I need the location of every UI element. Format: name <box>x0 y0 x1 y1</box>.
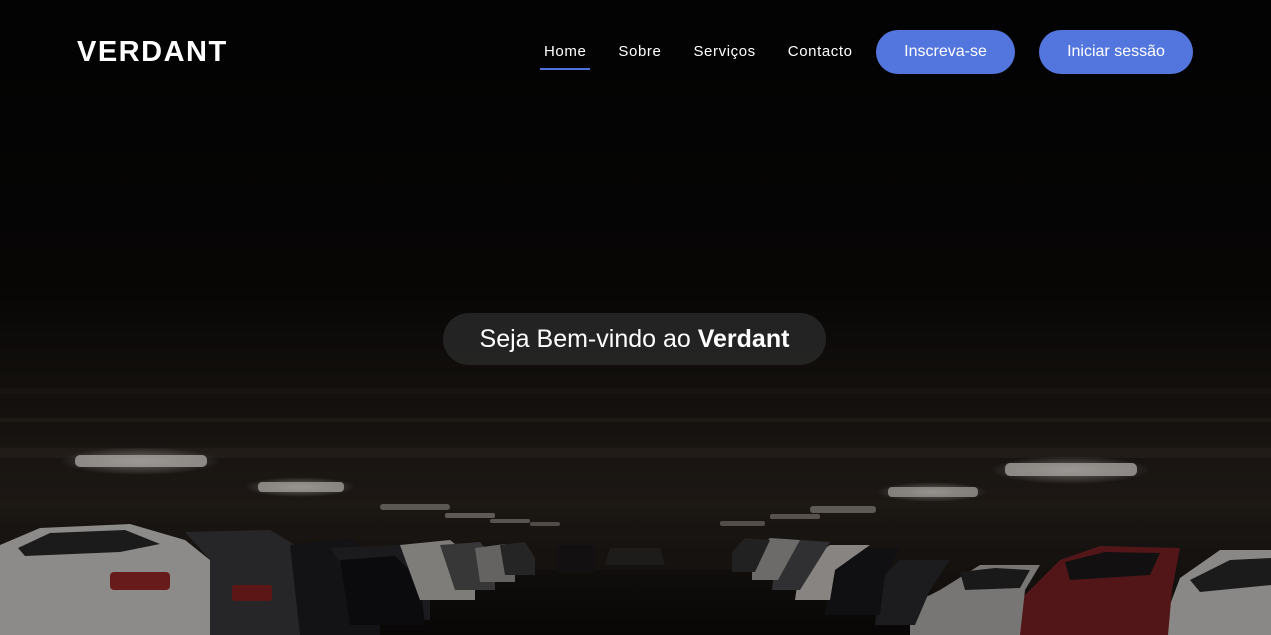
top-navbar: VERDANT Home Sobre Serviços Contacto Ins… <box>0 0 1271 104</box>
hero-section: VERDANT Home Sobre Serviços Contacto Ins… <box>0 0 1271 635</box>
welcome-banner: Seja Bem-vindo ao Verdant <box>443 313 826 365</box>
nav-links: Home Sobre Serviços Contacto <box>540 40 881 70</box>
brand-logo[interactable]: VERDANT <box>77 34 228 70</box>
nav-item-contacto[interactable]: Contacto <box>784 40 857 68</box>
nav-item-home[interactable]: Home <box>540 40 591 70</box>
nav-item-servicos[interactable]: Serviços <box>689 40 759 68</box>
nav-item-sobre[interactable]: Sobre <box>614 40 665 68</box>
welcome-text: Seja Bem-vindo ao <box>479 325 698 353</box>
welcome-brand: Verdant <box>697 325 790 353</box>
login-button[interactable]: Iniciar sessão <box>1039 30 1193 74</box>
signup-button[interactable]: Inscreva-se <box>876 30 1015 74</box>
